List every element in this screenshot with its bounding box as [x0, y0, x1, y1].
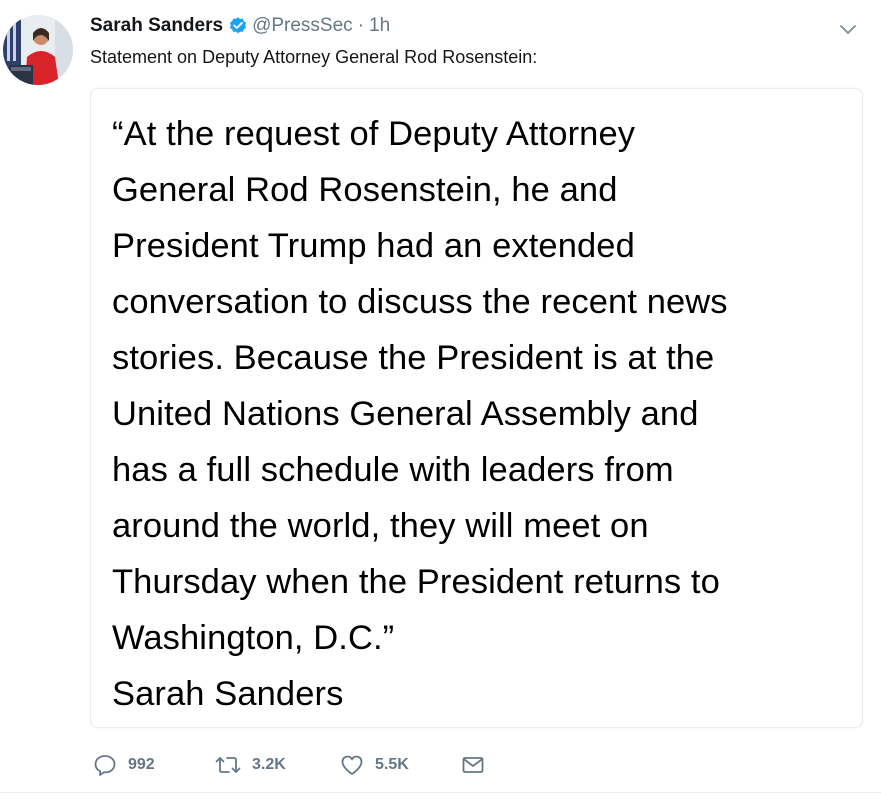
like-button[interactable]: 5.5K	[339, 750, 409, 780]
statement-line: stories. Because the President is at the	[112, 339, 715, 377]
reply-count: 992	[128, 756, 155, 773]
statement-line: conversation to discuss the recent news	[112, 283, 728, 321]
chevron-down-icon[interactable]	[837, 18, 859, 40]
retweet-icon	[214, 752, 242, 778]
tweet-text: Statement on Deputy Attorney General Rod…	[90, 47, 538, 67]
heart-icon	[339, 752, 365, 778]
avatar-photo	[3, 15, 73, 85]
statement-line: around the world, they will meet on	[112, 507, 649, 545]
verified-badge-icon	[228, 16, 248, 36]
retweet-button[interactable]: 3.2K	[214, 750, 286, 780]
separator-dot: ·	[357, 15, 365, 36]
statement-line: Thursday when the President returns to	[112, 563, 720, 601]
author-handle[interactable]: @PressSec	[252, 13, 353, 39]
author-name[interactable]: Sarah Sanders	[90, 13, 223, 39]
reply-button[interactable]: 992	[92, 750, 155, 780]
envelope-icon	[460, 752, 486, 778]
statement-line: General Rod Rosenstein, he and	[112, 171, 618, 209]
statement-line: has a full schedule with leaders from	[112, 451, 674, 489]
tweet-header: Sarah Sanders @PressSec · 1h	[90, 13, 390, 39]
reply-icon	[92, 752, 118, 778]
divider	[0, 792, 881, 793]
retweet-count: 3.2K	[252, 756, 286, 773]
statement-line: United Nations General Assembly and	[112, 395, 699, 433]
statement-line: Washington, D.C.”	[112, 619, 395, 657]
avatar[interactable]	[3, 15, 73, 85]
tweet-image-card[interactable]: “At the request of Deputy Attorney Gener…	[90, 88, 863, 728]
statement-signature: Sarah Sanders	[112, 675, 344, 713]
statement-line: President Trump had an extended	[112, 227, 635, 265]
like-count: 5.5K	[375, 756, 409, 773]
direct-message-button[interactable]	[460, 750, 486, 780]
timestamp[interactable]: 1h	[369, 13, 390, 39]
statement-line: “At the request of Deputy Attorney	[112, 115, 636, 153]
